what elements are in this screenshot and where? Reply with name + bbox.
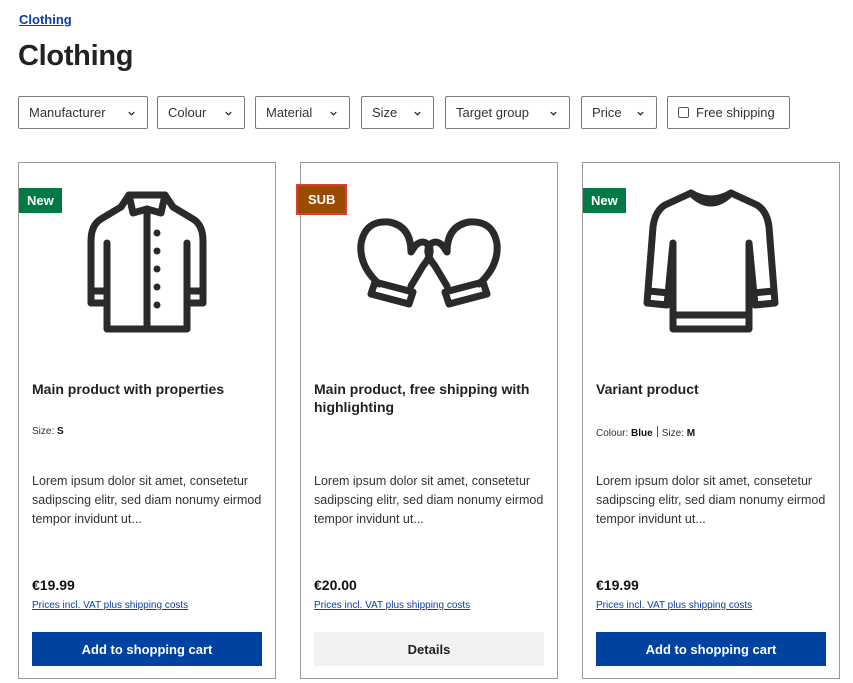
property-value: Blue [631,428,653,439]
product-image[interactable] [583,178,839,338]
product-price: €20.00 [314,577,357,593]
free-shipping-checkbox[interactable] [678,107,689,118]
filter-manufacturer-label: Manufacturer [29,105,106,120]
mittens-icon [357,218,501,308]
chevron-down-icon [128,111,135,116]
property-label: Colour: [596,428,629,439]
sweater-icon [643,189,779,333]
filter-colour-label: Colour [168,105,207,120]
product-description: Lorem ipsum dolor sit amet, consetetur s… [32,474,262,526]
product-image[interactable] [19,178,275,338]
product-price: €19.99 [32,577,75,593]
shipping-costs-link[interactable]: Prices incl. VAT plus shipping costs [314,600,470,611]
shipping-costs-link[interactable]: Prices incl. VAT plus shipping costs [596,600,752,611]
product-card: New Main product with properties Size: S… [18,162,276,679]
product-description: Lorem ipsum dolor sit amet, consetetur s… [596,474,826,526]
add-to-cart-button[interactable]: Add to shopping cart [32,632,262,666]
filter-size-label: Size [372,105,398,120]
filter-material[interactable]: Material [255,96,350,129]
jacket-icon [87,191,207,333]
chevron-down-icon [637,111,644,116]
property-label: Size: [661,428,684,439]
filter-size[interactable]: Size [361,96,434,129]
property-label: Size: [32,426,55,437]
breadcrumb[interactable]: Clothing [19,12,72,27]
page-title: Clothing [18,40,134,72]
product-description: Lorem ipsum dolor sit amet, consetetur s… [314,474,544,526]
chevron-down-icon [550,111,557,116]
chevron-down-icon [330,111,337,116]
product-name[interactable]: Main product with properties [32,380,264,398]
product-properties: Size: S [32,426,64,437]
product-properties: Colour: Blue Size: M [596,426,695,439]
filter-price[interactable]: Price [581,96,657,129]
chevron-down-icon [225,111,232,116]
filter-target-group-label: Target group [456,105,529,120]
add-to-cart-button[interactable]: Add to shopping cart [596,632,826,666]
product-price: €19.99 [596,577,639,593]
filter-free-shipping[interactable]: Free shipping [667,96,790,129]
filter-target-group[interactable]: Target group [445,96,570,129]
product-name[interactable]: Variant product [596,380,828,398]
property-value: S [57,426,64,437]
filter-material-label: Material [266,105,313,120]
shipping-costs-link[interactable]: Prices incl. VAT plus shipping costs [32,600,188,611]
details-button[interactable]: Details [314,632,544,666]
filter-price-label: Price [592,105,622,120]
filter-free-shipping-label: Free shipping [696,105,775,120]
property-separator [656,426,658,437]
product-card: SUB Main product, free shipping with hig… [295,162,558,679]
product-name[interactable]: Main product, free shipping with highlig… [314,380,546,416]
filter-colour[interactable]: Colour [157,96,245,129]
property-value: M [686,428,696,439]
chevron-down-icon [414,111,421,116]
filter-manufacturer[interactable]: Manufacturer [18,96,148,129]
product-image[interactable] [301,178,557,338]
product-card: New Variant product Colour: Blue Size: M … [582,162,840,679]
